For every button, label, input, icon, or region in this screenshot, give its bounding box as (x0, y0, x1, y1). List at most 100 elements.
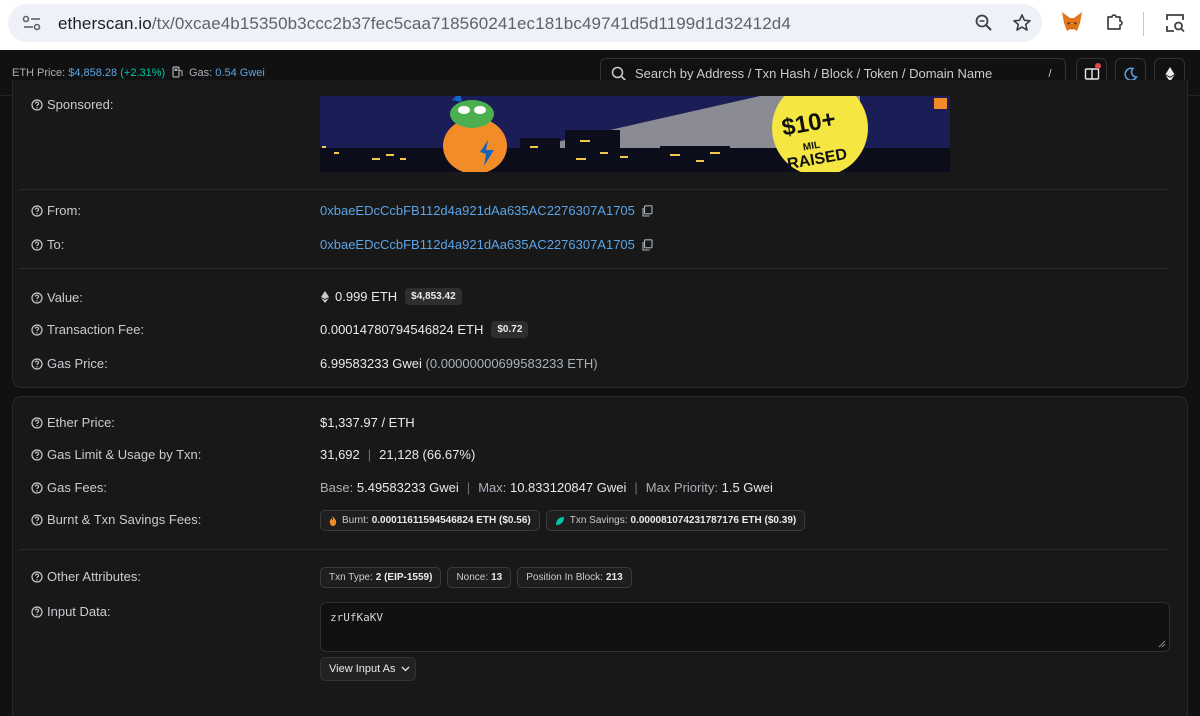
nonce-pill: Nonce: 13 (447, 567, 512, 588)
bookmark-star-icon[interactable] (1012, 13, 1032, 33)
value-value: 0.999 ETH $4,853.42 (320, 288, 462, 305)
gas-price-label: Gas Price: (31, 356, 108, 371)
search-placeholder: Search by Address / Txn Hash / Block / T… (635, 66, 993, 81)
nonce-label: Nonce: (456, 572, 489, 583)
question-circle-icon[interactable] (31, 448, 43, 461)
ethereum-icon (321, 290, 329, 303)
sponsored-ad-banner[interactable]: $10+ MIL RAISED (320, 96, 950, 172)
question-circle-icon[interactable] (31, 416, 43, 429)
burnt-fees-value: Burnt: 0.00011611594546824 ETH ($0.56) Tx… (320, 510, 811, 531)
other-attributes-label-text: Other Attributes: (47, 569, 141, 584)
eth-price: ETH Price: $4,858.28 (+2.31%) (12, 67, 165, 79)
ether-price-label: Ether Price: (31, 415, 115, 430)
gas-usage: 21,128 (66.67%) (379, 447, 476, 462)
question-circle-icon[interactable] (31, 513, 43, 526)
to-label-text: To: (47, 237, 65, 252)
value-label-text: Value: (47, 290, 83, 305)
from-address-link[interactable]: 0xbaeEDcCcbFB112d4a921dAa635AC2276307A17… (320, 203, 635, 218)
txn-type-label: Txn Type: (329, 572, 373, 583)
ether-price-label-text: Ether Price: (47, 415, 115, 430)
metamask-fox-icon[interactable] (1060, 11, 1084, 33)
url-host: etherscan.io (58, 14, 152, 33)
value-amount: 0.999 ETH (335, 289, 398, 304)
burnt-fees-label: Burnt & Txn Savings Fees: (31, 512, 201, 527)
gas-fees-label-text: Gas Fees: (47, 480, 107, 495)
question-circle-icon[interactable] (31, 98, 43, 111)
transaction-fee-label: Transaction Fee: (31, 322, 144, 337)
google-lens-icon[interactable] (1164, 12, 1186, 34)
value-label: Value: (31, 290, 83, 305)
gas-fees-label: Gas Fees: (31, 480, 107, 495)
url-path: /tx/0xcae4b15350b3ccc2b37fec5caa71856024… (151, 14, 791, 33)
gas-fees-value: Base: 5.49583233 Gwei | Max: 10.83312084… (320, 480, 773, 495)
fee-usd-badge: $0.72 (491, 321, 529, 338)
more-details-card (12, 396, 1188, 716)
base-value: 5.49583233 Gwei (356, 480, 459, 495)
notification-dot (1095, 63, 1101, 69)
gas-pump-icon (172, 66, 183, 78)
burnt-pill-value: 0.00011611594546824 ETH ($0.56) (371, 515, 531, 526)
savings-pill-value: 0.000081074231787176 ETH ($0.39) (630, 515, 797, 526)
copy-icon[interactable] (641, 238, 653, 251)
browser-toolbar: etherscan.io/tx/0xcae4b15350b3ccc2b37fec… (0, 0, 1200, 50)
question-circle-icon[interactable] (31, 238, 43, 251)
txn-savings-pill: Txn Savings: 0.000081074231787176 ETH ($0… (545, 510, 806, 531)
value-usd-badge: $4,853.42 (405, 288, 462, 305)
nonce-value: 13 (491, 572, 503, 583)
to-address-link[interactable]: 0xbaeEDcCcbFB112d4a921dAa635AC2276307A17… (320, 237, 635, 252)
gas-label: Gas: (189, 67, 216, 79)
transaction-fee-value: 0.00014780794546824 ETH $0.72 (320, 321, 529, 338)
max-value: 10.833120847 Gwei (509, 480, 627, 495)
question-circle-icon[interactable] (31, 204, 43, 217)
input-data-label-text: Input Data: (47, 604, 111, 619)
question-circle-icon[interactable] (31, 323, 43, 336)
transaction-fee-label-text: Transaction Fee: (47, 322, 145, 337)
savings-leaf-icon (555, 516, 564, 525)
txn-type-value: 2 (EIP-1559) (375, 572, 433, 583)
extensions-puzzle-icon[interactable] (1104, 11, 1126, 33)
to-label: To: (31, 237, 64, 252)
divider (19, 549, 1169, 550)
burnt-fees-label-text: Burnt & Txn Savings Fees: (47, 512, 202, 527)
view-input-as-button[interactable]: View Input As (320, 657, 416, 681)
url-text[interactable]: etherscan.io/tx/0xcae4b15350b3ccc2b37fec… (58, 14, 791, 34)
separator: | (367, 447, 372, 462)
gas-limit-value: 31,692 | 21,128 (66.67%) (320, 447, 475, 462)
position-pill: Position In Block: 213 (517, 567, 632, 588)
address-bar[interactable]: etherscan.io/tx/0xcae4b15350b3ccc2b37fec… (8, 4, 1042, 42)
gas-price-gwei: 6.99583233 Gwei (320, 356, 422, 371)
input-data-label: Input Data: (31, 604, 111, 619)
eth-price-label: ETH Price: (12, 67, 69, 79)
gas-value[interactable]: 0.54 Gwei (215, 67, 265, 79)
resize-handle-icon[interactable] (1158, 640, 1166, 648)
question-circle-icon[interactable] (31, 570, 43, 583)
gas-price-eth: (0.00000000699583233 ETH) (425, 356, 598, 371)
toolbar-divider (1143, 12, 1144, 36)
other-attributes-label: Other Attributes: (31, 569, 141, 584)
from-label-text: From: (47, 203, 81, 218)
zoom-icon[interactable] (974, 13, 994, 33)
txn-type-pill: Txn Type: 2 (EIP-1559) (320, 567, 442, 588)
fire-icon (329, 515, 337, 526)
chevron-down-icon (401, 666, 410, 672)
input-data-value: zrUfKaKV (330, 611, 383, 624)
position-label: Position In Block: (526, 572, 603, 583)
input-data-textarea[interactable]: zrUfKaKV (320, 602, 1170, 652)
site-info-icon[interactable] (22, 15, 42, 31)
to-value: 0xbaeEDcCcbFB112d4a921dAa635AC2276307A17… (320, 237, 653, 252)
max-label: Max: (478, 480, 507, 495)
savings-pill-label: Txn Savings: (569, 515, 628, 526)
eth-price-value[interactable]: $4,858.28 (68, 67, 117, 79)
gas-price-value: 6.99583233 Gwei (0.00000000699583233 ETH… (320, 356, 598, 371)
other-attributes-value: Txn Type: 2 (EIP-1559) Nonce: 13 Position … (320, 567, 638, 588)
question-circle-icon[interactable] (31, 605, 43, 618)
divider (19, 189, 1169, 190)
separator: | (634, 480, 638, 495)
gas-limit-label-text: Gas Limit & Usage by Txn: (47, 447, 202, 462)
question-circle-icon[interactable] (31, 291, 43, 304)
question-circle-icon[interactable] (31, 481, 43, 494)
ether-price-value: $1,337.97 / ETH (320, 415, 415, 430)
question-circle-icon[interactable] (31, 357, 43, 370)
copy-icon[interactable] (641, 204, 653, 217)
max-priority-label: Max Priority: (645, 480, 718, 495)
